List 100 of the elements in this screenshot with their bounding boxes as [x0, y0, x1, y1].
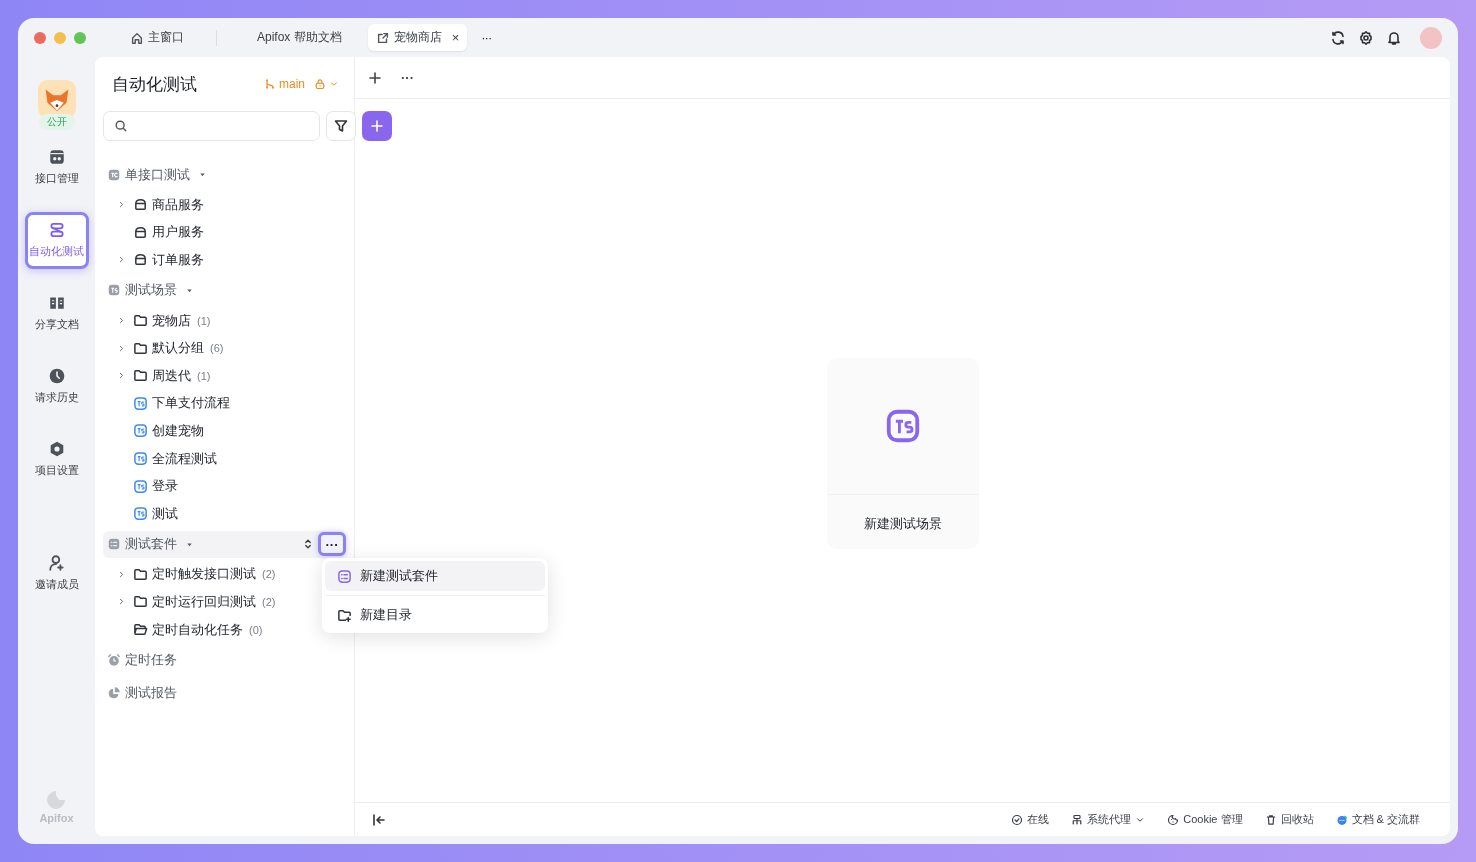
- tree-item[interactable]: 创建宠物: [152, 421, 204, 440]
- external-link-icon: [375, 30, 390, 45]
- home-icon: [130, 30, 144, 45]
- section-title[interactable]: 测试套件: [125, 535, 177, 554]
- more-tabs-button[interactable]: ···: [471, 30, 502, 45]
- search-icon: [114, 119, 128, 133]
- card-label: 新建测试场景: [863, 515, 942, 533]
- nav-item[interactable]: 分享文档: [24, 285, 89, 342]
- api-icon: [47, 148, 66, 166]
- tab-label: 主窗口: [148, 29, 184, 46]
- tab[interactable]: 宠物商店 ×: [367, 24, 468, 51]
- clock-icon: [47, 367, 66, 385]
- nav-label: 请求历史: [34, 390, 79, 405]
- script-icon: [133, 395, 148, 411]
- list-icon: [337, 568, 352, 584]
- invite-button[interactable]: 邀请成员: [24, 545, 89, 602]
- nav-item[interactable]: 接口管理: [24, 139, 89, 196]
- tab-label: 宠物商店: [393, 29, 442, 46]
- nav-item[interactable]: 请求历史: [24, 358, 89, 415]
- item-count: (1): [197, 369, 211, 382]
- tree-item[interactable]: 宠物店: [152, 311, 191, 330]
- database-icon: [133, 224, 148, 240]
- status-item[interactable]: 回收站: [1264, 812, 1314, 827]
- tree-item[interactable]: 下单支付流程: [152, 394, 230, 413]
- script-icon: [133, 478, 148, 494]
- alarm-clock-icon: [107, 652, 121, 667]
- settings-icon: [1358, 29, 1374, 46]
- brand-name: Apifox: [39, 812, 74, 824]
- item-count: (0): [249, 623, 263, 636]
- tree-item[interactable]: 测试: [152, 504, 178, 523]
- list-icon: [107, 537, 121, 552]
- add-user-icon: [47, 554, 66, 572]
- folder-icon: [133, 368, 148, 384]
- filter-button[interactable]: [326, 111, 356, 141]
- visibility-badge: 公开: [38, 114, 75, 130]
- tree-item[interactable]: 默认分组: [152, 339, 204, 358]
- status-item[interactable]: 系统代理: [1071, 812, 1146, 827]
- status-item[interactable]: Cookie 管理: [1167, 812, 1243, 827]
- collapse-button[interactable]: [371, 811, 387, 828]
- menu-item[interactable]: 新建测试套件: [325, 561, 545, 591]
- new-scenario-card[interactable]: 新建测试场景: [826, 358, 979, 549]
- collapse-icon: [371, 811, 387, 828]
- more-button[interactable]: ···: [318, 532, 346, 557]
- lock-icon: [314, 78, 326, 90]
- nav-item[interactable]: 自动化测试: [24, 212, 89, 269]
- tab[interactable]: Apifox 帮助文档: [249, 24, 350, 51]
- tab-label: Apifox 帮助文档: [257, 29, 342, 46]
- plus-icon: [367, 69, 383, 86]
- chat-bubble-icon: [1335, 813, 1348, 826]
- tree-item[interactable]: 全流程测试: [152, 449, 217, 468]
- sort-icon: [302, 538, 314, 551]
- zoom-window-button[interactable]: [74, 31, 86, 44]
- item-count: (6): [210, 342, 224, 355]
- folder-icon: [133, 594, 148, 610]
- minimize-window-button[interactable]: [54, 31, 66, 44]
- script-icon: [133, 451, 148, 467]
- status-item[interactable]: 在线: [1011, 812, 1050, 827]
- section-title[interactable]: 测试报告: [125, 683, 177, 702]
- add-button[interactable]: [362, 111, 392, 141]
- nav-label: 项目设置: [34, 463, 79, 478]
- badge-icon: [107, 167, 121, 182]
- search-field[interactable]: [103, 111, 320, 141]
- nav-label: 分享文档: [34, 317, 79, 332]
- tree-item[interactable]: 订单服务: [152, 251, 204, 269]
- trash-icon: [1264, 813, 1277, 826]
- status-item[interactable]: 文档 & 交流群: [1335, 812, 1420, 827]
- nav-label: 接口管理: [34, 171, 79, 186]
- chevron-down-icon: [329, 79, 339, 89]
- filter-icon: [333, 118, 349, 134]
- close-tab-button[interactable]: ×: [451, 30, 460, 45]
- script-icon: [107, 283, 121, 298]
- tree-item[interactable]: 登录: [152, 477, 178, 496]
- tree-item[interactable]: 商品服务: [152, 195, 204, 214]
- nav-label: 自动化测试: [29, 244, 84, 259]
- section-title[interactable]: 单接口测试: [125, 165, 190, 184]
- nav-item[interactable]: 项目设置: [24, 431, 89, 488]
- tab[interactable]: 主窗口: [122, 24, 192, 51]
- close-window-button[interactable]: [34, 31, 46, 44]
- bell-icon: [1386, 29, 1402, 46]
- panel-title: 自动化测试: [112, 73, 197, 96]
- more-button[interactable]: ···: [401, 70, 414, 85]
- section-row-highlight[interactable]: 测试套件 ···: [103, 530, 346, 558]
- new-tab-button[interactable]: [367, 69, 383, 86]
- section-title[interactable]: 定时任务: [125, 650, 177, 669]
- tree-item[interactable]: 定时自动化任务: [152, 620, 243, 639]
- item-count: (2): [262, 568, 276, 581]
- folder-icon: [133, 566, 148, 582]
- item-count: (1): [197, 314, 211, 327]
- tree-item[interactable]: 定时触发接口测试: [152, 565, 256, 584]
- item-count: (2): [262, 595, 276, 608]
- check-circle-icon: [1011, 813, 1024, 826]
- network-icon: [1071, 813, 1084, 826]
- menu-item[interactable]: 新建目录: [325, 600, 545, 630]
- project-avatar[interactable]: [37, 80, 76, 118]
- section-title[interactable]: 测试场景: [125, 281, 177, 300]
- tree-item[interactable]: 周迭代: [152, 366, 191, 385]
- cookie-icon: [1167, 813, 1180, 826]
- tree-item[interactable]: 用户服务: [152, 223, 204, 242]
- folder-add-icon: [337, 607, 352, 623]
- tree-item[interactable]: 定时运行回归测试: [152, 592, 256, 611]
